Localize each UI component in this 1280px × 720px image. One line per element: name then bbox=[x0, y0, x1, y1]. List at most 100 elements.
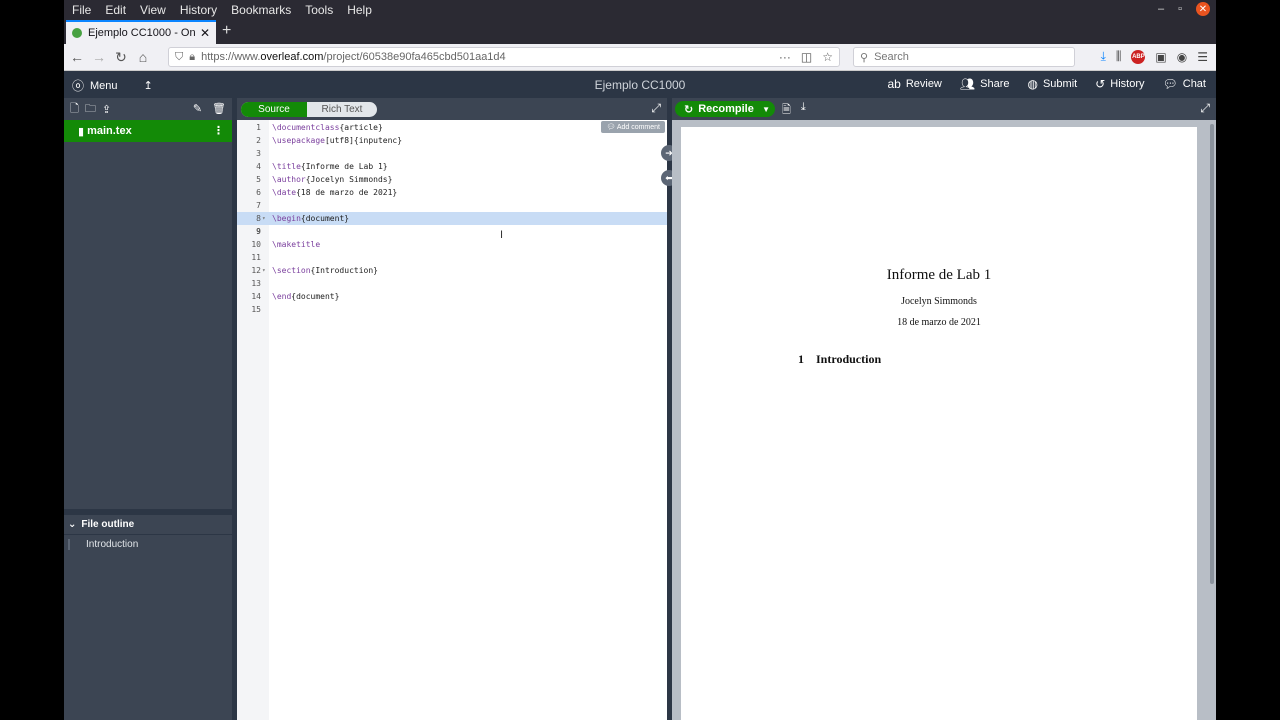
code-line[interactable]: 9 bbox=[237, 225, 667, 238]
home-icon[interactable]: ⌂ bbox=[132, 49, 154, 65]
account-icon[interactable]: ◉ bbox=[1177, 50, 1187, 64]
bookmark-star-icon[interactable]: ☆ bbox=[822, 50, 833, 64]
tab-strip: Ejemplo CC1000 - Online ✕ + bbox=[64, 20, 1216, 44]
minimize-icon[interactable]: – bbox=[1158, 3, 1164, 15]
code-line[interactable]: 15 bbox=[237, 303, 667, 316]
code-line[interactable]: 5 \author{Jocelyn Simmonds} bbox=[237, 173, 667, 186]
library-icon[interactable]: ⫼ bbox=[1116, 49, 1122, 64]
code-line[interactable]: 11 bbox=[237, 251, 667, 264]
file-outline-header[interactable]: ⌄ File outline bbox=[64, 515, 232, 535]
file-tree-panel: 🗋︎ 🗀︎ ⇪ ✎ 🗑︎ ▮ main.tex ⋮ ⌄ File outline… bbox=[64, 98, 232, 720]
menu-file[interactable]: File bbox=[64, 3, 98, 17]
reload-icon[interactable]: ↻ bbox=[110, 49, 132, 66]
recompile-button[interactable]: ↻ Recompile ▼ bbox=[675, 101, 775, 117]
code-text: \end{document} bbox=[272, 290, 339, 303]
search-input[interactable]: ⚲ Search bbox=[853, 47, 1075, 67]
recompile-options-icon[interactable]: ▼ bbox=[762, 105, 770, 114]
menu-bookmarks[interactable]: Bookmarks bbox=[224, 3, 298, 17]
menu-button[interactable]: Menu bbox=[90, 80, 118, 92]
code-line[interactable]: 7 bbox=[237, 199, 667, 212]
latex-command: \begin bbox=[272, 214, 301, 223]
rich-text-toggle[interactable]: Rich Text bbox=[307, 102, 377, 117]
new-folder-icon[interactable]: 🗀︎ bbox=[85, 100, 96, 119]
line-number: 3 bbox=[256, 149, 261, 158]
window-close-icon[interactable]: ✕ bbox=[1196, 2, 1210, 16]
expand-pdf-icon[interactable]: ⤢ bbox=[1200, 101, 1210, 116]
code-editor[interactable]: 💬︎ Add comment 1 \documentclass{article} 2… bbox=[237, 120, 667, 720]
code-text: \section{Introduction} bbox=[272, 264, 378, 277]
pdf-page: Informe de Lab 1 Jocelyn Simmonds 18 de … bbox=[681, 127, 1197, 720]
back-icon[interactable]: ← bbox=[66, 49, 88, 65]
latex-command: \title bbox=[272, 162, 301, 171]
browser-window: File Edit View History Bookmarks Tools H… bbox=[64, 0, 1216, 720]
review-button[interactable]: ab Review bbox=[887, 77, 941, 91]
menu-help[interactable]: Help bbox=[340, 3, 379, 17]
new-file-icon[interactable]: 🗋︎ bbox=[70, 100, 79, 119]
source-toggle[interactable]: Source bbox=[241, 102, 307, 117]
forward-icon[interactable]: → bbox=[88, 49, 110, 65]
expand-editor-icon[interactable]: ⤢ bbox=[651, 101, 661, 116]
url-bar[interactable]: ⛉ 🔒︎ https://www. overleaf.com/project/60… bbox=[168, 47, 840, 67]
upload-icon[interactable]: ⇪ bbox=[102, 103, 111, 116]
hamburger-menu-icon[interactable]: ☰ bbox=[1197, 50, 1208, 64]
pdf-author: Jocelyn Simmonds bbox=[901, 296, 977, 307]
submit-button[interactable]: ◍ Submit bbox=[1027, 77, 1077, 91]
code-line[interactable]: 14 \end{document} bbox=[237, 290, 667, 303]
download-icon[interactable]: ⤓ bbox=[1101, 49, 1106, 64]
rename-icon[interactable]: ✎ bbox=[193, 102, 202, 115]
tab-close-icon[interactable]: ✕ bbox=[200, 26, 210, 40]
download-pdf-icon[interactable]: ⤓ bbox=[801, 101, 806, 120]
up-level-icon[interactable]: ↥ bbox=[144, 79, 153, 92]
url-path: /project/60538e90fa465cbd501aa1d4 bbox=[323, 51, 506, 63]
fold-icon[interactable]: ▾ bbox=[262, 264, 266, 277]
latex-argument: {Informe de Lab 1} bbox=[300, 162, 388, 171]
line-number: 6 bbox=[256, 188, 261, 197]
latex-command: \author bbox=[272, 175, 306, 184]
code-line[interactable]: 3 bbox=[237, 147, 667, 160]
pocket-icon[interactable]: ◫ bbox=[801, 50, 812, 64]
file-item-main-tex[interactable]: ▮ main.tex ⋮ bbox=[64, 120, 232, 142]
outline-item-introduction[interactable]: Introduction bbox=[68, 539, 232, 550]
menu-edit[interactable]: Edit bbox=[98, 3, 133, 17]
line-number: 13 bbox=[251, 279, 261, 288]
pdf-scrollbar[interactable] bbox=[1210, 124, 1214, 584]
code-line[interactable]: 12 ▾ \section{Introduction} bbox=[237, 264, 667, 277]
file-menu-icon[interactable]: ⋮ bbox=[213, 124, 224, 137]
fold-icon[interactable]: ▾ bbox=[262, 212, 266, 225]
code-line[interactable]: 13 bbox=[237, 277, 667, 290]
code-line[interactable]: 10 \maketitle bbox=[237, 238, 667, 251]
browser-tab[interactable]: Ejemplo CC1000 - Online ✕ bbox=[66, 20, 216, 44]
tab-title: Ejemplo CC1000 - Online bbox=[88, 27, 196, 39]
logs-icon[interactable]: 🗎︎ bbox=[782, 101, 791, 120]
pdf-header: ↻ Recompile ▼ 🗎︎ ⤓ ⤢ bbox=[672, 98, 1216, 120]
chat-button[interactable]: 💬︎ Chat bbox=[1163, 77, 1206, 91]
line-number: 14 bbox=[251, 292, 261, 301]
url-prefix: https://www. bbox=[201, 51, 261, 63]
sidebar-icon[interactable]: ▣ bbox=[1155, 50, 1166, 64]
pdf-preview[interactable]: Informe de Lab 1 Jocelyn Simmonds 18 de … bbox=[672, 120, 1216, 720]
code-line[interactable]: 4 \title{Informe de Lab 1} bbox=[237, 160, 667, 173]
line-number: 2 bbox=[256, 136, 261, 145]
file-name: main.tex bbox=[87, 125, 132, 137]
new-tab-icon[interactable]: + bbox=[222, 22, 231, 40]
menu-tools[interactable]: Tools bbox=[298, 3, 340, 17]
pdf-title: Informe de Lab 1 bbox=[886, 267, 992, 283]
history-label: History bbox=[1110, 78, 1145, 90]
code-line[interactable]: 6 \date{18 de marzo de 2021} bbox=[237, 186, 667, 199]
line-number: 8 bbox=[256, 214, 261, 223]
left-letterbox bbox=[0, 0, 64, 720]
menu-history[interactable]: History bbox=[173, 3, 224, 17]
code-line[interactable]: 8 ▾ \begin{document} bbox=[237, 212, 667, 225]
code-line[interactable]: 1 \documentclass{article} bbox=[237, 121, 667, 134]
menu-view[interactable]: View bbox=[133, 3, 173, 17]
code-text: \author{Jocelyn Simmonds} bbox=[272, 173, 392, 186]
adblock-icon[interactable]: ABP bbox=[1131, 49, 1146, 64]
restore-icon[interactable]: ▫ bbox=[1178, 3, 1182, 15]
delete-icon[interactable]: 🗑︎ bbox=[212, 102, 226, 115]
chevron-down-icon: ⌄ bbox=[68, 519, 77, 530]
more-icon[interactable]: ··· bbox=[779, 50, 791, 64]
share-button[interactable]: 👥︎ Share bbox=[960, 77, 1010, 91]
file-icon: ▮ bbox=[78, 125, 85, 138]
history-button[interactable]: ↺ History bbox=[1095, 77, 1144, 91]
code-line[interactable]: 2 \usepackage[utf8]{inputenc} bbox=[237, 134, 667, 147]
